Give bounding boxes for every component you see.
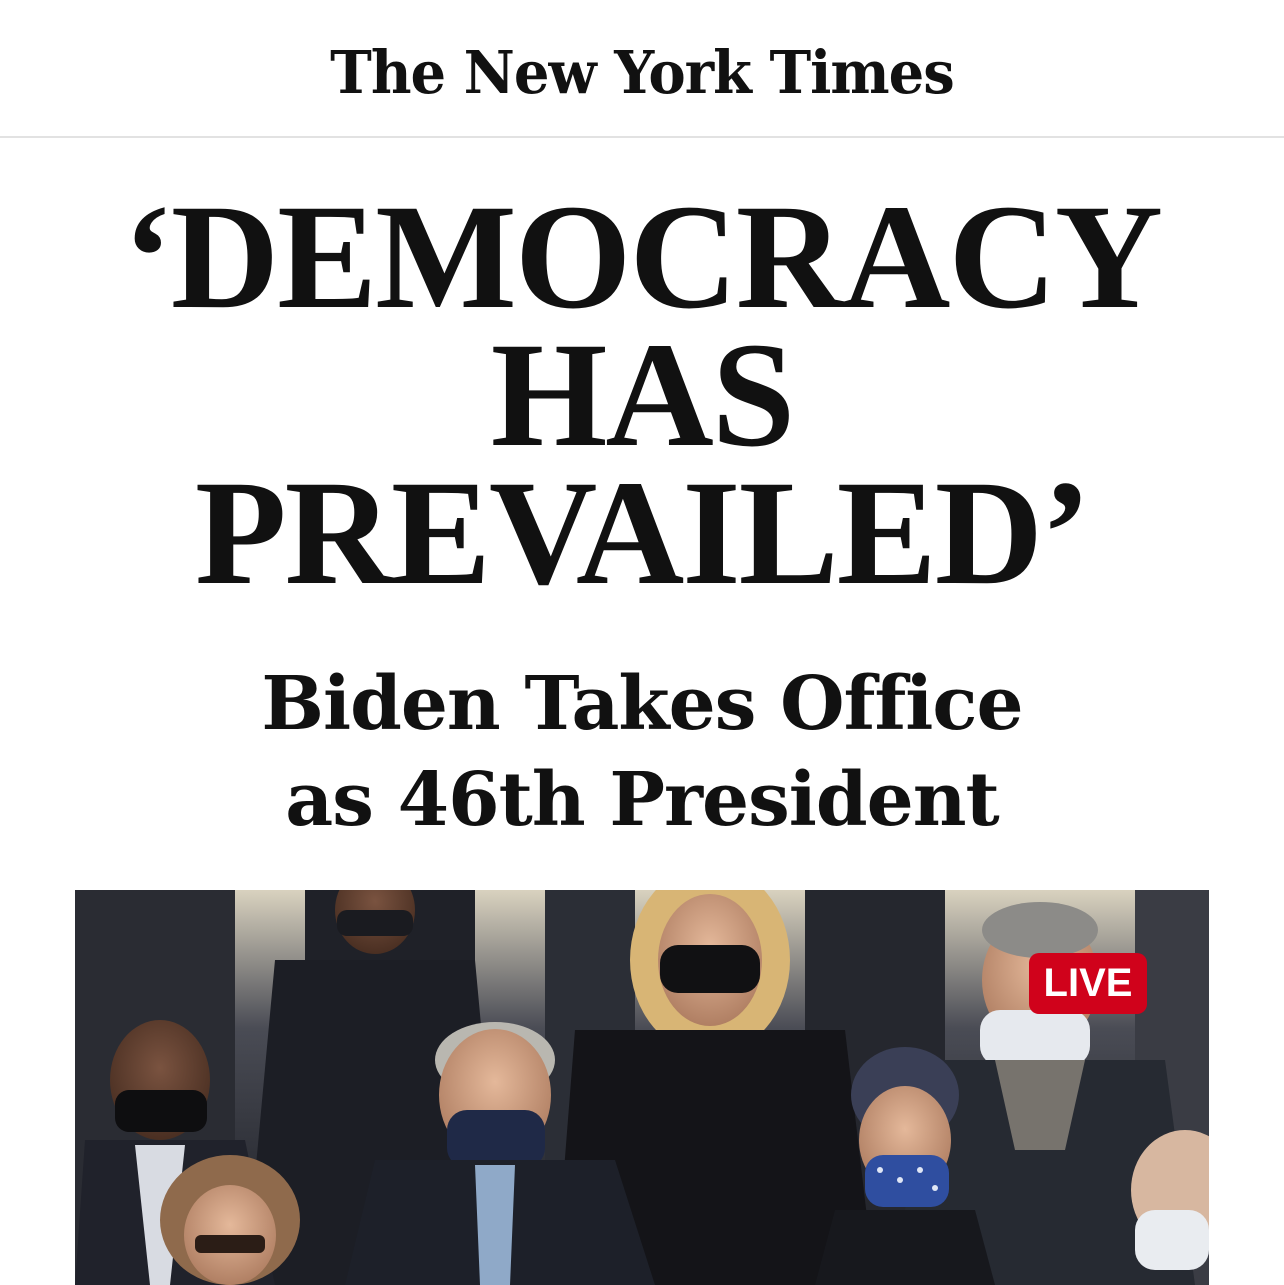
- masthead: The New York Times: [0, 0, 1284, 138]
- headline-line: HAS: [490, 312, 795, 478]
- headline-line: PREVAILED’: [194, 450, 1091, 616]
- subheadline-line: as 46th President: [285, 757, 999, 843]
- headline-line: ‘DEMOCRACY: [122, 174, 1163, 340]
- live-badge[interactable]: LIVE: [1029, 953, 1147, 1014]
- subheadline-line: Biden Takes Office: [261, 661, 1023, 747]
- headline[interactable]: ‘DEMOCRACY HAS PREVAILED’: [0, 174, 1284, 616]
- nyt-logo[interactable]: The New York Times: [330, 38, 955, 107]
- subheadline[interactable]: Biden Takes Office as 46th President: [0, 656, 1284, 848]
- crowd-photo-illustration: [75, 890, 1209, 1285]
- lead-photo[interactable]: [75, 890, 1209, 1285]
